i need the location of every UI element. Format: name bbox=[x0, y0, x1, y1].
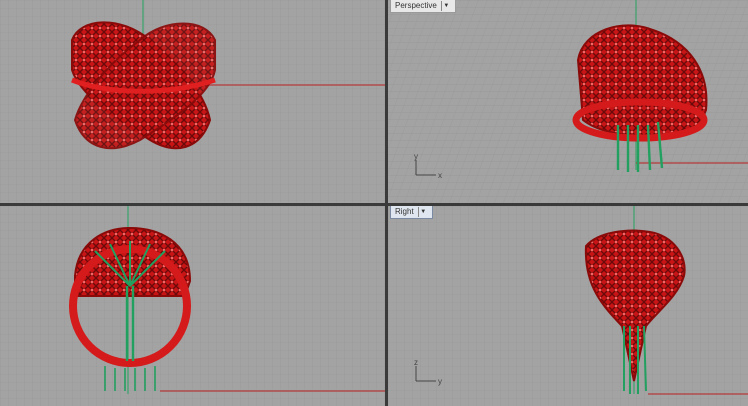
viewport-tab-perspective[interactable]: Perspective ▼ bbox=[390, 0, 456, 13]
chevron-down-icon[interactable]: ▼ bbox=[417, 207, 428, 217]
viewport-front-canvas[interactable] bbox=[0, 206, 385, 406]
viewport-tab-right[interactable]: Right ▼ bbox=[390, 206, 433, 219]
viewport-top-canvas[interactable] bbox=[0, 0, 385, 203]
viewport-title: Perspective bbox=[395, 1, 437, 10]
viewport-front[interactable] bbox=[0, 206, 385, 406]
axis-label-x: x bbox=[438, 171, 442, 180]
axis-label-z: z bbox=[414, 358, 418, 367]
viewport-title: Right bbox=[395, 207, 414, 216]
viewport-perspective[interactable]: x y Perspective ▼ bbox=[388, 0, 748, 203]
ring-model-top[interactable] bbox=[71, 21, 216, 150]
viewport-top[interactable] bbox=[0, 0, 385, 203]
axis-label-y: y bbox=[414, 152, 418, 161]
axis-label-y: y bbox=[438, 377, 442, 386]
viewport-right[interactable]: y z Right ▼ bbox=[388, 206, 748, 406]
viewport-grid: x y Perspective ▼ y z Right ▼ bbox=[0, 0, 748, 406]
chevron-down-icon[interactable]: ▼ bbox=[440, 1, 451, 11]
viewport-perspective-canvas[interactable]: x y bbox=[388, 0, 748, 203]
viewport-right-canvas[interactable]: y z bbox=[388, 206, 748, 406]
viewport-divider-horizontal[interactable] bbox=[0, 203, 748, 206]
